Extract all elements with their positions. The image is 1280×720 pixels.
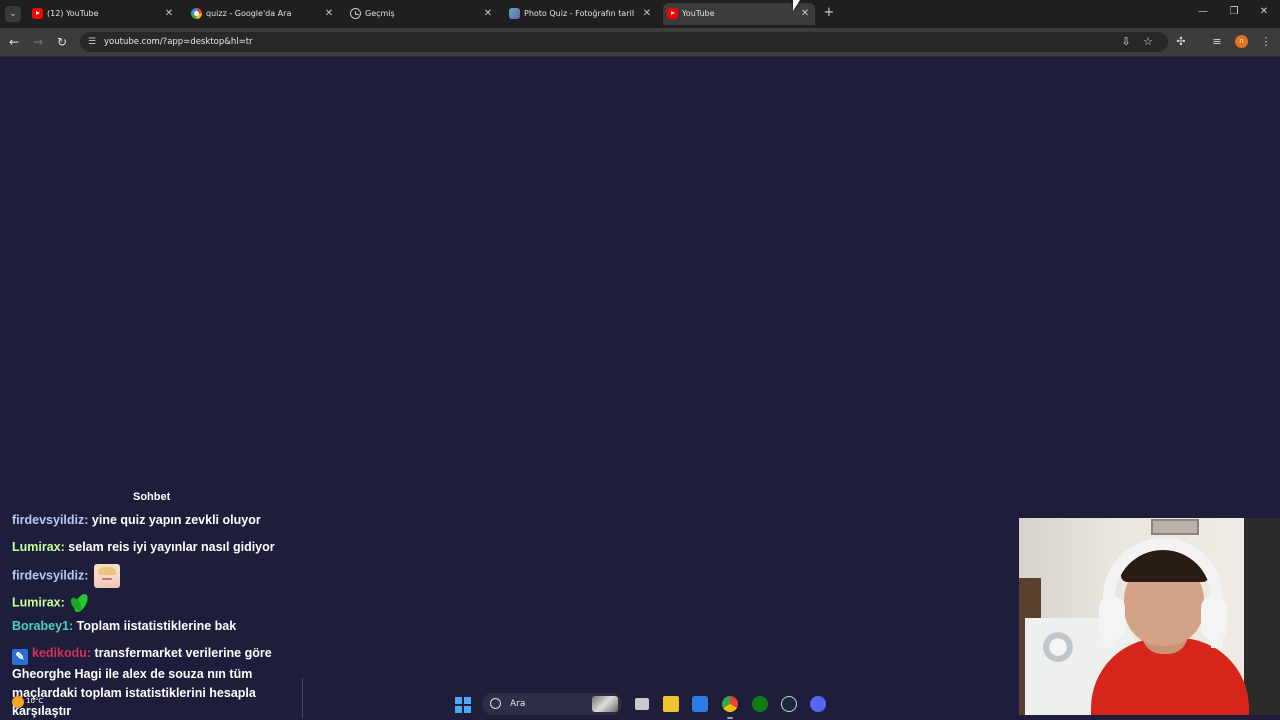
xbox-icon[interactable] [752,696,768,712]
tab-title: Geçmiş [365,9,395,18]
youtube-icon [667,8,678,19]
close-icon[interactable]: ✕ [322,7,336,21]
chat-divider [302,678,303,718]
chat-username: firdevsyildiz [12,568,85,583]
weather-temperature: 10°C [26,697,44,705]
tab-strip: ⌄ (12) YouTube ✕ quizz - Google'da Ara ✕… [0,0,1280,28]
chat-message: firdevsyildiz: [12,564,120,588]
running-indicator [727,717,733,719]
mouse-cursor [793,0,800,11]
chrome-icon[interactable] [722,696,738,712]
door [1244,518,1280,715]
site-info-icon[interactable]: ☰ [86,36,98,48]
url-text[interactable]: youtube.com/?app=desktop&hl=tr [104,36,253,48]
anime-girl-emote [93,564,120,588]
chat-text: yine quiz yapın zevkli oluyor [88,513,261,527]
tab-title: YouTube [682,9,715,18]
reload-icon[interactable]: ↻ [54,34,70,50]
chat-username: kedikodu [32,646,87,660]
minimize-icon[interactable]: — [1196,5,1210,19]
chat-text: selam reis iyi yayınlar nasıl gidiyor [64,540,275,554]
weather-widget[interactable]: 10°C [12,692,52,712]
taskbar: Ara [304,688,844,720]
chat-title: Sohbet [133,491,171,503]
chat-username: Borabey1 [12,619,69,633]
profile-avatar[interactable]: n [1235,35,1248,48]
tab-youtube-1[interactable]: (12) YouTube ✕ [28,3,180,25]
chat-username: firdevsyildiz [12,513,85,527]
chat-text: Toplam iistatistiklerine bak [73,619,237,633]
tab-history[interactable]: Geçmiş ✕ [346,3,499,25]
start-icon[interactable] [455,697,471,713]
menu-kebab-icon[interactable]: ⋮ [1258,34,1274,50]
new-tab-plus-icon[interactable]: + [822,6,836,20]
forward-arrow-icon[interactable]: → [30,34,46,50]
history-icon [350,8,361,19]
pin-badge-icon: ✎ [12,649,28,665]
tab-title: (12) YouTube [47,9,99,18]
tab-title: quizz - Google'da Ara [206,9,292,18]
task-view-icon[interactable] [635,698,649,710]
wall-frame [1151,519,1199,535]
headset-earcup-left [1099,596,1125,640]
chat-username: Lumirax [12,595,61,610]
window-close-icon[interactable]: ✕ [1257,5,1271,19]
search-icon [490,698,501,709]
close-icon[interactable]: ✕ [481,7,495,21]
tab-photo-quiz[interactable]: Photo Quiz - Fotoğrafın tarihini ✕ [505,3,658,25]
screen: ⌄ (12) YouTube ✕ quizz - Google'da Ara ✕… [0,0,1280,720]
photo-quiz-icon [509,8,520,19]
search-highlight-art [592,696,618,712]
address-bar[interactable]: ☰ youtube.com/?app=desktop&hl=tr [80,32,1168,52]
microsoft-store-icon[interactable] [692,696,708,712]
chat-message: Lumirax: selam reis iyi yayınlar nasıl g… [12,540,275,554]
tab-google-search[interactable]: quizz - Google'da Ara ✕ [187,3,340,25]
file-explorer-icon[interactable] [663,696,679,712]
chat-username: Lumirax [12,540,61,554]
chat-message: ✎ kedikodu: transfermarket verilerine gör… [12,646,272,718]
search-placeholder: Ara [510,699,526,709]
bookmark-star-icon[interactable]: ☆ [1140,34,1156,50]
restore-icon[interactable]: ❐ [1227,5,1241,19]
steam-icon[interactable] [781,696,797,712]
tab-title: Photo Quiz - Fotoğrafın tarihini [524,9,634,18]
youtube-icon [32,8,43,19]
webcam-overlay [1019,518,1280,715]
back-arrow-icon[interactable]: ← [6,34,22,50]
install-app-icon[interactable]: ⇩ [1118,34,1134,50]
green-leaf-emote [70,591,94,615]
extensions-puzzle-icon[interactable]: ✣ [1173,34,1189,50]
close-icon[interactable]: ✕ [162,7,176,21]
browser-toolbar: ← → ↻ ☰ youtube.com/?app=desktop&hl=tr ⇩… [0,28,1280,57]
tab-search-dropdown-icon[interactable]: ⌄ [5,6,21,22]
google-icon [191,8,202,19]
chat-message: Borabey1: Toplam iistatistiklerine bak [12,619,237,633]
close-icon[interactable]: ✕ [798,7,812,21]
chat-message: firdevsyildiz: yine quiz yapın zevkli ol… [12,513,261,527]
taskbar-search[interactable]: Ara [482,693,622,715]
discord-icon[interactable] [810,696,826,712]
sun-icon [12,696,24,708]
close-icon[interactable]: ✕ [640,7,654,21]
media-controls-icon[interactable]: ≡ [1209,34,1225,50]
chat-message: Lumirax: [12,591,94,615]
headset-earcup-right [1201,596,1227,640]
